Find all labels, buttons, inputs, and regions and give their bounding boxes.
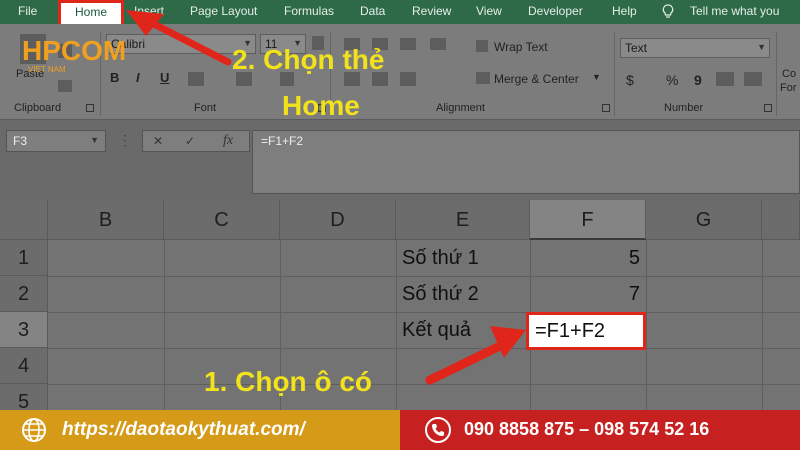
group-label-number: Number <box>664 102 704 114</box>
alignment-launcher-icon[interactable] <box>602 104 610 112</box>
ribbon-tab-bar: File Home Insert Page Layout Formulas Da… <box>0 0 800 40</box>
column-header-b[interactable]: B <box>48 200 164 240</box>
cancel-icon[interactable]: ✕ <box>153 134 163 148</box>
insert-function-icon[interactable]: fx <box>223 133 233 149</box>
format-painter-icon[interactable] <box>58 80 72 92</box>
wrap-text-button[interactable]: Wrap Text <box>494 40 548 54</box>
align-bottom-icon[interactable] <box>400 38 416 50</box>
divider <box>614 32 615 116</box>
cell-e3[interactable]: Kết quả <box>402 312 471 348</box>
website-link[interactable]: https://daotaokythuat.com/ <box>62 419 305 441</box>
tell-me-search[interactable]: Tell me what you want to do <box>690 0 800 40</box>
column-header-c[interactable]: C <box>164 200 280 240</box>
merge-icon[interactable] <box>476 72 490 84</box>
tab-insert[interactable]: Insert <box>134 0 164 24</box>
decrease-decimal-icon[interactable] <box>744 72 762 86</box>
cell-e2[interactable]: Số thứ 2 <box>402 276 479 312</box>
tab-home[interactable]: Home <box>58 0 124 24</box>
row-header-4[interactable]: 4 <box>0 348 48 384</box>
column-header-h[interactable] <box>762 200 800 240</box>
tab-data[interactable]: Data <box>360 0 385 24</box>
name-box-value: F3 <box>13 134 28 148</box>
cell-f2[interactable]: 7 <box>530 276 640 312</box>
percent-button[interactable]: % <box>666 72 678 88</box>
group-label-clipboard: Clipboard <box>14 102 62 114</box>
column-header-d[interactable]: D <box>280 200 396 240</box>
number-format-value: Text <box>625 41 648 55</box>
tab-page-layout[interactable]: Page Layout <box>190 0 257 24</box>
more-dots-icon: ⋮ <box>118 132 132 148</box>
select-all-corner[interactable] <box>0 200 48 240</box>
align-right-icon[interactable] <box>400 72 416 86</box>
group-label-font: Font <box>194 102 217 114</box>
borders-icon[interactable] <box>188 72 204 86</box>
conditional-format-button[interactable]: Co <box>782 68 796 80</box>
tab-help[interactable]: Help <box>612 0 637 24</box>
row-header-2[interactable]: 2 <box>0 276 48 312</box>
tab-developer[interactable]: Developer <box>528 0 583 24</box>
phone-icon <box>425 417 451 443</box>
lightbulb-icon <box>662 4 674 18</box>
number-launcher-icon[interactable] <box>764 104 772 112</box>
tab-file[interactable]: File <box>18 0 37 24</box>
formula-bar-area: F3 ▼ ⋮ ✕ ✓ fx =F1+F2 <box>0 120 800 200</box>
annotation-step-1: 1. Chọn ô có <box>204 366 372 397</box>
chevron-down-icon: ▼ <box>757 42 766 52</box>
footer-website-bar: https://daotaokythuat.com/ <box>0 410 400 450</box>
worksheet-grid: B C D E F G 1 2 3 4 5 Số thứ 1 5 Số thứ … <box>0 200 800 420</box>
column-header-e[interactable]: E <box>396 200 530 240</box>
row-header-3[interactable]: 3 <box>0 312 48 348</box>
formula-buttons: ✕ ✓ fx <box>142 130 250 152</box>
tab-formulas[interactable]: Formulas <box>284 0 334 24</box>
tab-review[interactable]: Review <box>412 0 451 24</box>
group-label-alignment: Alignment <box>436 102 485 114</box>
name-box[interactable]: F3 ▼ <box>6 130 106 152</box>
comma-style-button[interactable]: 9 <box>694 72 702 88</box>
orientation-icon[interactable] <box>430 38 446 50</box>
annotation-step-2: 2. Chọn thẻ <box>232 44 385 75</box>
cell-e1[interactable]: Số thứ 1 <box>402 240 479 276</box>
enter-icon[interactable]: ✓ <box>185 134 195 148</box>
column-header-f[interactable]: F <box>530 200 646 240</box>
divider <box>776 32 777 116</box>
active-cell-f3[interactable]: =F1+F2 <box>526 312 646 350</box>
clipboard-launcher-icon[interactable] <box>86 104 94 112</box>
annotation-step-2-home: Home <box>282 90 360 121</box>
chevron-down-icon: ▼ <box>90 135 99 145</box>
formula-input[interactable]: =F1+F2 <box>252 130 800 194</box>
phone-numbers: 090 8858 875 – 098 574 52 16 <box>464 419 710 439</box>
format-as-table-button[interactable]: For <box>780 82 797 94</box>
number-format-combo[interactable]: Text ▼ <box>620 38 770 58</box>
tab-view[interactable]: View <box>476 0 502 24</box>
merge-center-button[interactable]: Merge & Center <box>494 72 579 86</box>
logo-subtext: VIET NAM <box>28 65 66 74</box>
footer-phone-bar: 090 8858 875 – 098 574 52 16 <box>400 410 800 450</box>
hpcom-logo: HPCOM VIET NAM <box>22 35 126 74</box>
cell-f1[interactable]: 5 <box>530 240 640 276</box>
globe-icon <box>22 418 46 442</box>
increase-decimal-icon[interactable] <box>716 72 734 86</box>
chevron-down-icon[interactable]: ▼ <box>592 72 601 82</box>
row-header-1[interactable]: 1 <box>0 240 48 276</box>
gridline <box>48 384 800 385</box>
currency-button[interactable]: $ <box>626 72 634 88</box>
wrap-text-icon[interactable] <box>476 40 488 52</box>
logo-text: HPCOM <box>22 35 126 66</box>
column-header-g[interactable]: G <box>646 200 762 240</box>
gridline <box>48 348 800 349</box>
